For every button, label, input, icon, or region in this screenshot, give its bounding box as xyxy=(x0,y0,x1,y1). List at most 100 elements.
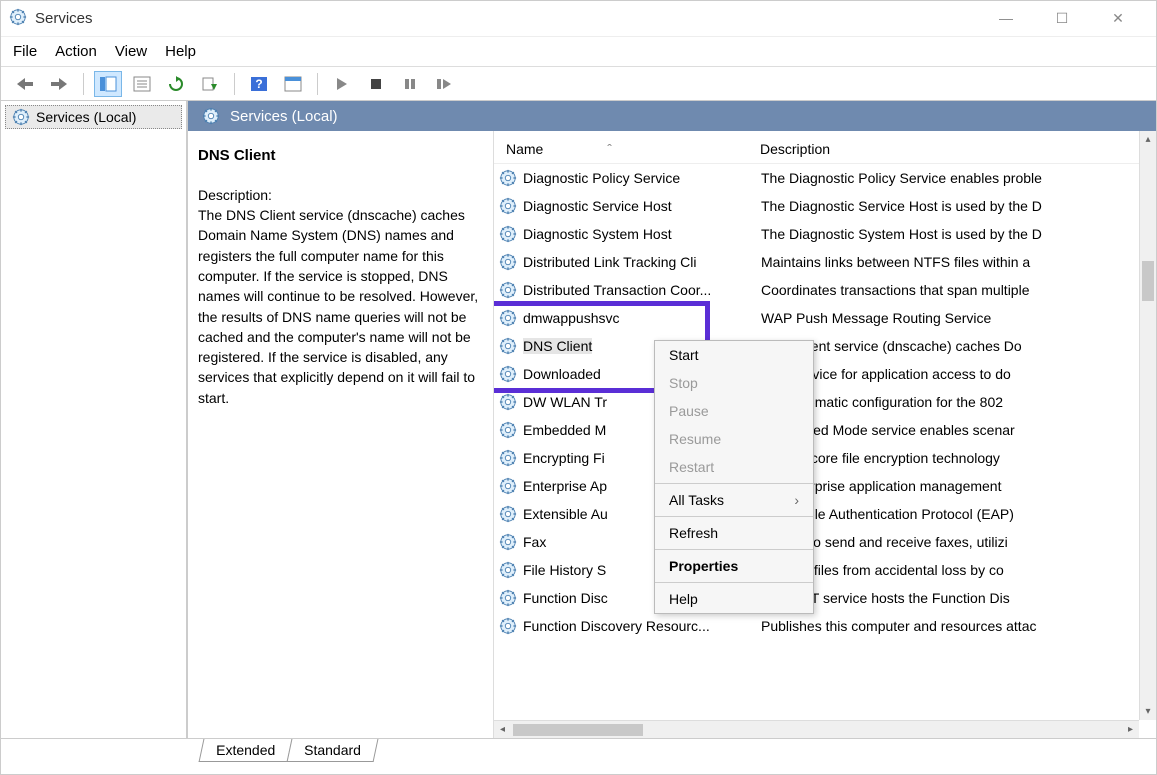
list-header: Name ˆ Description xyxy=(494,131,1156,164)
service-name: DNS Client xyxy=(523,338,592,354)
context-menu-item[interactable]: Properties xyxy=(655,552,813,580)
refresh-button[interactable] xyxy=(162,71,190,97)
service-row[interactable]: Diagnostic System HostThe Diagnostic Sys… xyxy=(494,220,1156,248)
service-description: DPHOST service hosts the Function Dis xyxy=(761,590,1151,606)
service-row[interactable]: Distributed Transaction Coor...Coordinat… xyxy=(494,276,1156,304)
tree-services-local[interactable]: Services (Local) xyxy=(5,105,182,129)
toolbar: ? xyxy=(1,67,1156,101)
service-row[interactable]: DW WLAN Tr des automatic configuration fo… xyxy=(494,388,1156,416)
service-name: Extensible Au xyxy=(523,506,608,522)
service-name: Fax xyxy=(523,534,546,550)
export-list-button[interactable] xyxy=(196,71,224,97)
service-description: The Diagnostic Policy Service enables pr… xyxy=(761,170,1151,186)
detail-pane: DNS Client Description: The DNS Client s… xyxy=(188,131,494,738)
tab-extended[interactable]: Extended xyxy=(199,739,293,762)
description-text: The DNS Client service (dnscache) caches… xyxy=(198,205,483,408)
column-header-name[interactable]: Name ˆ xyxy=(500,141,760,157)
scroll-right-icon[interactable]: ▸ xyxy=(1122,724,1139,735)
scroll-up-icon[interactable]: ▴ xyxy=(1140,131,1156,148)
gear-icon xyxy=(499,449,517,467)
column-header-description[interactable]: Description xyxy=(760,141,1150,157)
tab-standard[interactable]: Standard xyxy=(287,739,379,762)
service-description: Extensible Authentication Protocol (EAP) xyxy=(761,506,1151,522)
scroll-down-icon[interactable]: ▾ xyxy=(1140,703,1156,720)
context-menu-item: Resume xyxy=(655,425,813,453)
service-name: Encrypting Fi xyxy=(523,450,605,466)
maximize-icon[interactable]: ☐ xyxy=(1048,10,1076,27)
context-menu-item[interactable]: Help xyxy=(655,585,813,613)
scrollbar-thumb[interactable] xyxy=(1142,261,1154,301)
service-row[interactable]: Function Discovery Resourc... Publishes t… xyxy=(494,612,1156,640)
help-button[interactable]: ? xyxy=(245,71,273,97)
service-row[interactable]: Diagnostic Service HostThe Diagnostic Se… xyxy=(494,192,1156,220)
service-description: Maintains links between NTFS files withi… xyxy=(761,254,1151,270)
service-row[interactable]: DNS ClientDNS Client service (dnscache) … xyxy=(494,332,1156,360)
context-menu-item[interactable]: Refresh xyxy=(655,519,813,547)
menu-action[interactable]: Action xyxy=(55,43,97,60)
service-row[interactable]: dmwappushsvcWAP Push Message Routing Ser… xyxy=(494,304,1156,332)
service-row[interactable]: Function DiscDPHOST service hosts the Fu… xyxy=(494,584,1156,612)
service-row[interactable]: Extensible Au Extensible Authentication P… xyxy=(494,500,1156,528)
service-name: Function Discovery Resourc... xyxy=(523,618,710,634)
toolbar-separator xyxy=(234,73,235,95)
titlebar: Services — ☐ ✕ xyxy=(1,1,1156,37)
description-label: Description: xyxy=(198,185,483,205)
close-icon[interactable]: ✕ xyxy=(1104,10,1132,27)
pause-service-button[interactable] xyxy=(396,71,424,97)
gear-icon xyxy=(499,561,517,579)
scroll-left-icon[interactable]: ◂ xyxy=(494,724,511,735)
gear-icon xyxy=(499,309,517,327)
nav-back-button[interactable] xyxy=(11,71,39,97)
service-row[interactable]: Fax les you to send and receive faxes, ut… xyxy=(494,528,1156,556)
minimize-icon[interactable]: — xyxy=(992,10,1020,27)
menu-file[interactable]: File xyxy=(13,43,37,60)
gear-icon xyxy=(12,108,30,126)
service-row[interactable]: Enterprise Ap les enterprise application … xyxy=(494,472,1156,500)
gear-icon xyxy=(499,533,517,551)
gear-icon xyxy=(499,505,517,523)
service-description: des automatic configuration for the 802 xyxy=(761,394,1151,410)
context-menu-item[interactable]: Start xyxy=(655,341,813,369)
gear-icon xyxy=(499,281,517,299)
service-row[interactable]: File History Scts user files from accide… xyxy=(494,556,1156,584)
toolbar-separator xyxy=(83,73,84,95)
service-description: cts user files from accidental loss by c… xyxy=(761,562,1151,578)
service-description: Embedded Mode service enables scenar xyxy=(761,422,1151,438)
scrollbar-thumb[interactable] xyxy=(513,724,643,736)
gear-icon xyxy=(499,197,517,215)
service-description: les you to send and receive faxes, utili… xyxy=(761,534,1151,550)
service-name: Enterprise Ap xyxy=(523,478,607,494)
toolbar-separator xyxy=(317,73,318,95)
service-description: Publishes this computer and resources at… xyxy=(761,618,1151,634)
restart-service-button[interactable] xyxy=(430,71,458,97)
stop-service-button[interactable] xyxy=(362,71,390,97)
start-service-button[interactable] xyxy=(328,71,356,97)
service-row[interactable]: Distributed Link Tracking CliMaintains l… xyxy=(494,248,1156,276)
service-row[interactable]: Diagnostic Policy ServiceThe Diagnostic … xyxy=(494,164,1156,192)
properties-button[interactable] xyxy=(128,71,156,97)
service-description: WAP Push Message Routing Service xyxy=(761,310,1151,326)
gear-icon xyxy=(202,107,220,125)
window-title: Services xyxy=(35,10,93,27)
services-list: Name ˆ Description Diagnostic Policy Ser… xyxy=(494,131,1156,738)
columns-button[interactable] xyxy=(279,71,307,97)
window-controls: — ☐ ✕ xyxy=(992,10,1148,27)
app-gear-icon xyxy=(9,8,27,29)
context-menu-item[interactable]: All Tasks xyxy=(655,486,813,514)
service-name: Distributed Transaction Coor... xyxy=(523,282,711,298)
service-row[interactable]: Embedded MEmbedded Mode service enables … xyxy=(494,416,1156,444)
service-name: DW WLAN Tr xyxy=(523,394,607,410)
menu-view[interactable]: View xyxy=(115,43,147,60)
context-menu-item: Stop xyxy=(655,369,813,397)
menu-help[interactable]: Help xyxy=(165,43,196,60)
service-description: les enterprise application management xyxy=(761,478,1151,494)
service-row[interactable]: Downloadedlows service for application a… xyxy=(494,360,1156,388)
service-description: lows service for application access to d… xyxy=(761,366,1151,382)
pane-header: Services (Local) xyxy=(188,101,1156,131)
service-row[interactable]: Encrypting Fides the core file encryptio… xyxy=(494,444,1156,472)
horizontal-scrollbar[interactable]: ◂ ▸ xyxy=(494,720,1139,738)
nav-forward-button[interactable] xyxy=(45,71,73,97)
show-hide-tree-button[interactable] xyxy=(94,71,122,97)
vertical-scrollbar[interactable]: ▴ ▾ xyxy=(1139,131,1156,720)
sort-indicator-icon: ˆ xyxy=(607,141,612,157)
